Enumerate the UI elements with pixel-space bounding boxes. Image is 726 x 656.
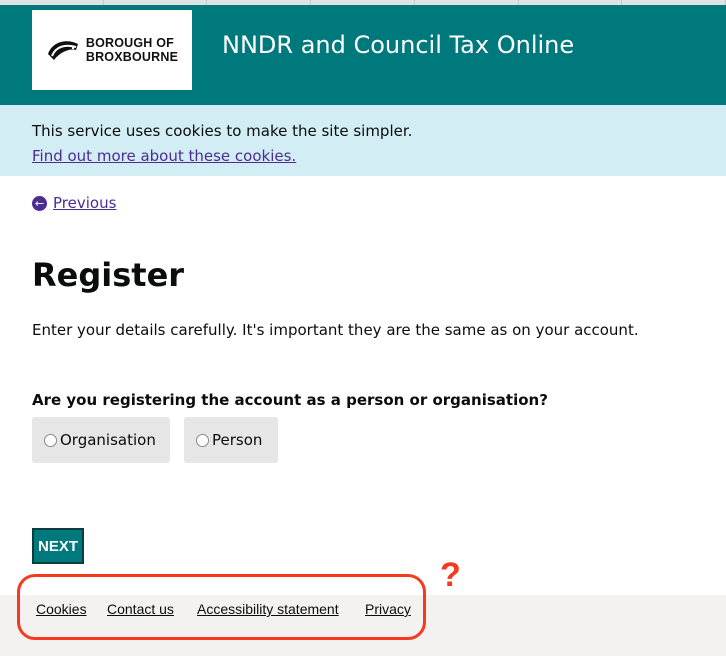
radio-circle[interactable]: [44, 433, 57, 447]
cookie-message: This service uses cookies to make the si…: [32, 122, 413, 140]
council-logo[interactable]: BOROUGH OF BROXBOURNE: [32, 10, 192, 90]
logo-text: BOROUGH OF BROXBOURNE: [85, 36, 179, 64]
radio-label-organisation: Organisation: [60, 431, 156, 449]
previous-link[interactable]: ← Previous: [32, 194, 116, 212]
badger-icon: [47, 41, 78, 60]
intro-text: Enter your details carefully. It's impor…: [32, 321, 639, 339]
service-name[interactable]: NNDR and Council Tax Online: [222, 31, 574, 59]
annotation-question-mark: ?: [440, 556, 461, 594]
cookie-banner: This service uses cookies to make the si…: [0, 105, 726, 176]
page-title: Register: [32, 256, 185, 294]
site-header: BOROUGH OF BROXBOURNE NNDR and Council T…: [0, 5, 726, 105]
radio-organisation[interactable]: Organisation: [32, 417, 170, 463]
radio-circle[interactable]: [196, 433, 209, 447]
cookie-info-link[interactable]: Find out more about these cookies.: [32, 147, 296, 165]
radio-label-person: Person: [212, 431, 263, 449]
previous-label: Previous: [53, 194, 117, 212]
arrow-left-icon: ←: [32, 195, 47, 211]
annotation-highlight: [17, 574, 426, 640]
next-button[interactable]: NEXT: [32, 528, 84, 564]
account-type-question: Are you registering the account as a per…: [32, 391, 548, 409]
radio-person[interactable]: Person: [184, 417, 278, 463]
